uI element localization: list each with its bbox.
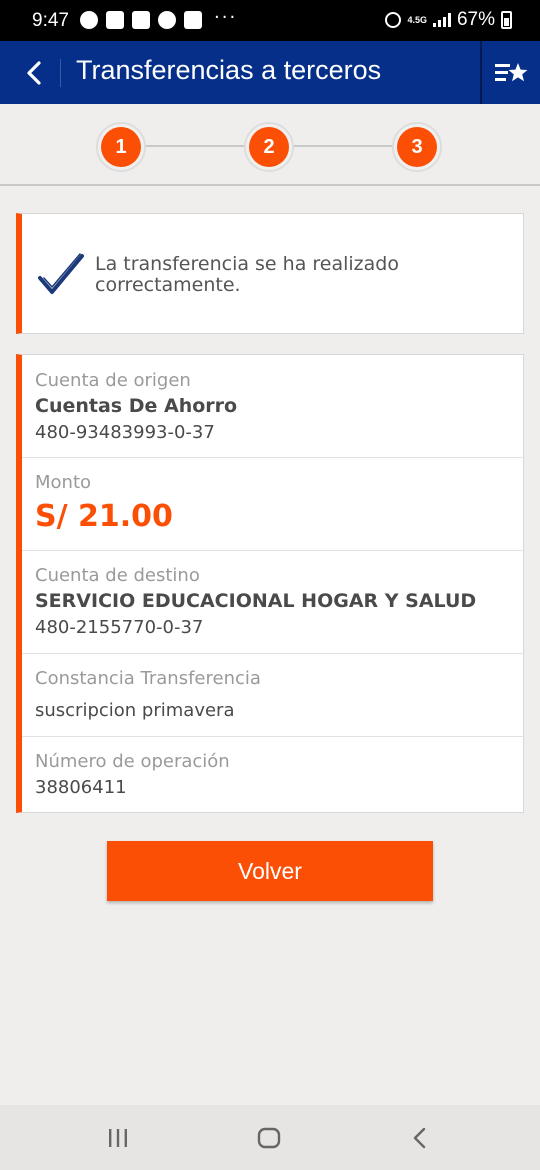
system-icons: 4.5G 67% [385, 9, 512, 31]
battery-level: 67% [456, 9, 495, 30]
status-time: 9:47 [32, 10, 69, 31]
news-icon [106, 11, 124, 29]
header-divider [60, 59, 61, 87]
home-button[interactable] [249, 1123, 289, 1153]
amount-row: Monto S/ 21.00 [22, 458, 524, 551]
success-message-card: La transferencia se ha realizado correct… [16, 213, 524, 334]
step-number: 1 [101, 127, 141, 167]
gmail-icon [132, 11, 150, 29]
favorites-button[interactable] [480, 41, 540, 104]
status-bar: 9:47 ··· 4.5G 67% [0, 0, 540, 41]
step-number: 3 [397, 127, 437, 167]
recent-apps-icon [109, 1129, 127, 1147]
transfer-details-card: Cuenta de origen Cuentas De Ahorro 480-9… [16, 354, 524, 813]
origin-account-name: Cuentas De Ahorro [35, 395, 238, 417]
app-bar: Transferencias a terceros [0, 41, 540, 104]
check-icon [38, 253, 84, 294]
success-message: La transferencia se ha realizado correct… [95, 253, 399, 296]
progress-stepper: 1 2 3 [0, 104, 540, 186]
battery-icon [501, 11, 512, 29]
more-notifications-icon: ··· [214, 6, 238, 28]
notification-icons: ··· [80, 7, 237, 29]
operation-number-row: Número de operación 38806411 [22, 737, 524, 813]
amount-value: S/ 21.00 [35, 499, 173, 534]
destination-account-number: 480-2155770-0-37 [35, 617, 204, 638]
wifi-icon [158, 11, 176, 29]
signal-icon [432, 13, 451, 27]
system-navigation-bar [0, 1105, 540, 1170]
destination-account-row: Cuenta de destino SERVICIO EDUCACIONAL H… [22, 551, 524, 654]
chevron-left-icon [27, 61, 41, 85]
origin-account-number: 480-93483993-0-37 [35, 422, 215, 443]
operation-number-value: 38806411 [35, 777, 127, 798]
back-button[interactable] [14, 51, 54, 95]
step-3: 3 [392, 122, 442, 172]
news-icon-2 [184, 11, 202, 29]
system-back-button[interactable] [400, 1123, 440, 1153]
step-2: 2 [244, 122, 294, 172]
step-connector [146, 145, 246, 147]
step-1: 1 [96, 122, 146, 172]
origin-account-label: Cuenta de origen [35, 370, 191, 391]
step-number: 2 [249, 127, 289, 167]
step-connector [294, 145, 394, 147]
operation-number-label: Número de operación [35, 751, 230, 772]
recent-apps-button[interactable] [98, 1123, 138, 1153]
network-type: 4.5G [407, 14, 427, 25]
amount-label: Monto [35, 472, 92, 493]
receipt-value: suscripcion primavera [35, 700, 235, 721]
home-icon [257, 1127, 281, 1149]
destination-account-name: SERVICIO EDUCACIONAL HOGAR Y SALUD [35, 590, 477, 612]
page-title: Transferencias a terceros [76, 55, 382, 85]
back-icon [413, 1127, 426, 1149]
alarm-icon [385, 12, 402, 28]
back-action-button[interactable]: Volver [107, 841, 433, 901]
facebook-icon [80, 11, 98, 29]
receipt-label: Constancia Transferencia [35, 668, 261, 689]
destination-account-label: Cuenta de destino [35, 565, 200, 586]
list-star-icon [495, 62, 528, 81]
origin-account-row: Cuenta de origen Cuentas De Ahorro 480-9… [22, 355, 524, 458]
receipt-row: Constancia Transferencia suscripcion pri… [22, 654, 524, 737]
